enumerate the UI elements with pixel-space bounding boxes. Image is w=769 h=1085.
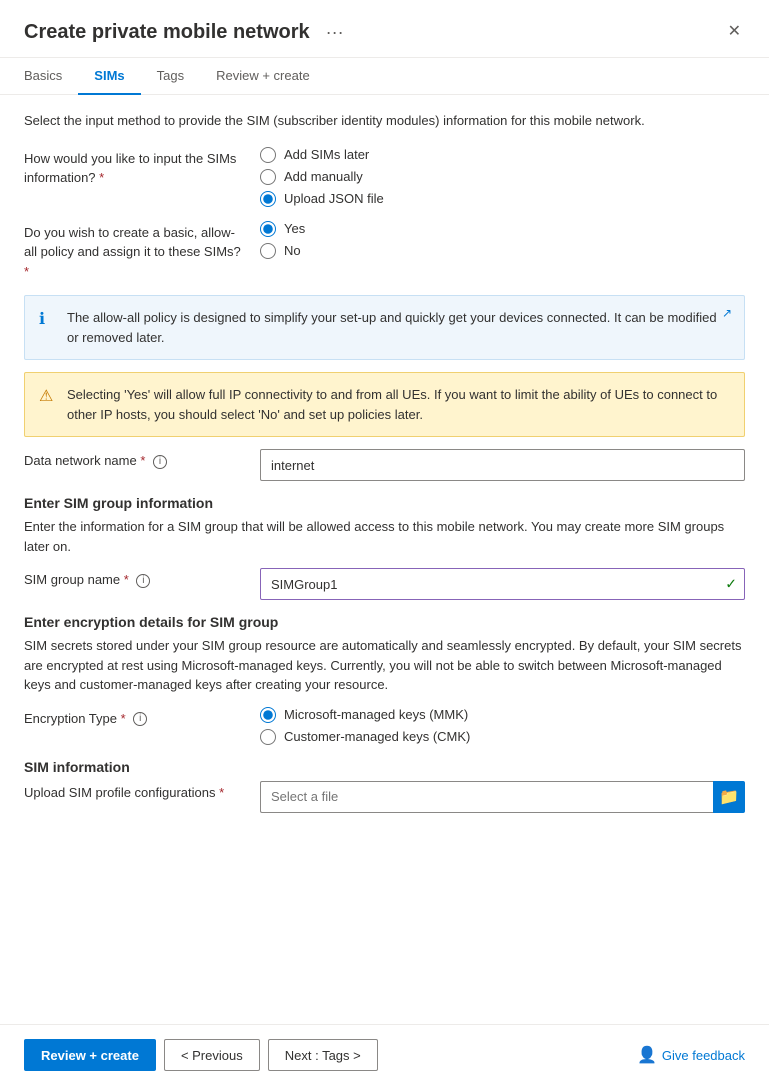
sim-group-name-row: SIM group name * i ✓ — [24, 568, 745, 600]
tab-sims[interactable]: SIMs — [78, 58, 140, 95]
file-browse-button[interactable]: 📁 — [713, 781, 745, 813]
option-add-manually-label: Add manually — [284, 169, 363, 184]
sim-group-info-icon[interactable]: i — [136, 574, 150, 588]
option-yes[interactable]: Yes — [260, 221, 305, 237]
upload-sim-row: Upload SIM profile configurations * 📁 — [24, 781, 745, 813]
info-box-text: The allow-all policy is designed to simp… — [67, 308, 730, 347]
allow-all-policy-options: Yes No — [260, 221, 305, 259]
input-method-row: How would you like to input the SIMs inf… — [24, 147, 745, 207]
encryption-info-icon[interactable]: i — [133, 712, 147, 726]
sim-group-description: Enter the information for a SIM group th… — [24, 517, 745, 556]
header: Create private mobile network ··· ✕ — [0, 0, 769, 58]
info-circle-icon: ℹ — [39, 309, 57, 329]
encryption-required: * — [121, 711, 126, 726]
warning-box-text: Selecting 'Yes' will allow full IP conne… — [67, 385, 730, 424]
give-feedback-label: Give feedback — [662, 1048, 745, 1063]
input-method-label: How would you like to input the SIMs inf… — [24, 147, 244, 188]
allow-all-required: * — [24, 264, 29, 279]
input-method-required: * — [99, 170, 104, 185]
external-link-icon[interactable]: ↗ — [722, 306, 732, 320]
review-create-button[interactable]: Review + create — [24, 1039, 156, 1071]
option-add-later-label: Add SIMs later — [284, 147, 369, 162]
previous-button[interactable]: < Previous — [164, 1039, 260, 1071]
radio-add-manually[interactable] — [260, 169, 276, 185]
radio-no[interactable] — [260, 243, 276, 259]
warning-triangle-icon: ⚠ — [39, 386, 57, 406]
info-box: ℹ The allow-all policy is designed to si… — [24, 295, 745, 360]
panel: Create private mobile network ··· ✕ Basi… — [0, 0, 769, 1085]
option-cmk-label: Customer-managed keys (CMK) — [284, 729, 470, 744]
allow-all-policy-label: Do you wish to create a basic, allow-all… — [24, 221, 244, 282]
option-add-manually[interactable]: Add manually — [260, 169, 384, 185]
sim-group-heading: Enter SIM group information — [24, 495, 745, 511]
allow-all-policy-row: Do you wish to create a basic, allow-all… — [24, 221, 745, 282]
option-upload-json[interactable]: Upload JSON file — [260, 191, 384, 207]
radio-yes[interactable] — [260, 221, 276, 237]
file-path-input[interactable] — [260, 781, 713, 813]
footer-right: 👤 Give feedback — [637, 1045, 745, 1065]
file-upload-wrapper: 📁 — [260, 781, 745, 813]
sim-information-heading: SIM information — [24, 759, 745, 775]
close-button[interactable]: ✕ — [724, 20, 745, 44]
data-network-name-row: Data network name * i — [24, 449, 745, 481]
data-network-input-wrapper — [260, 449, 745, 481]
option-mmk[interactable]: Microsoft-managed keys (MMK) — [260, 707, 470, 723]
option-upload-json-label: Upload JSON file — [284, 191, 384, 206]
radio-mmk[interactable] — [260, 707, 276, 723]
radio-add-later[interactable] — [260, 147, 276, 163]
option-no-label: No — [284, 243, 301, 258]
option-cmk[interactable]: Customer-managed keys (CMK) — [260, 729, 470, 745]
encryption-description: SIM secrets stored under your SIM group … — [24, 636, 745, 695]
option-add-later[interactable]: Add SIMs later — [260, 147, 384, 163]
radio-upload-json[interactable] — [260, 191, 276, 207]
give-feedback-button[interactable]: 👤 Give feedback — [637, 1045, 745, 1065]
input-method-options: Add SIMs later Add manually Upload JSON … — [260, 147, 384, 207]
feedback-icon: 👤 — [637, 1045, 657, 1065]
sim-group-required: * — [124, 572, 129, 587]
main-content: Select the input method to provide the S… — [0, 95, 769, 1024]
encryption-type-options: Microsoft-managed keys (MMK) Customer-ma… — [260, 707, 470, 745]
option-mmk-label: Microsoft-managed keys (MMK) — [284, 707, 468, 722]
more-options-icon[interactable]: ··· — [320, 20, 350, 45]
sim-group-name-input[interactable] — [260, 568, 745, 600]
option-no[interactable]: No — [260, 243, 305, 259]
validation-check-icon: ✓ — [725, 576, 737, 593]
folder-icon: 📁 — [719, 787, 739, 807]
radio-cmk[interactable] — [260, 729, 276, 745]
next-tags-button[interactable]: Next : Tags > — [268, 1039, 378, 1071]
sim-group-input-wrapper: ✓ — [260, 568, 745, 600]
tab-tags[interactable]: Tags — [141, 58, 200, 95]
page-title: Create private mobile network — [24, 21, 310, 44]
upload-required: * — [219, 785, 224, 800]
data-network-name-label: Data network name * i — [24, 449, 244, 471]
data-network-required: * — [140, 453, 145, 468]
sim-group-name-label: SIM group name * i — [24, 568, 244, 590]
data-network-name-input[interactable] — [260, 449, 745, 481]
header-left: Create private mobile network ··· — [24, 20, 350, 45]
upload-sim-label: Upload SIM profile configurations * — [24, 781, 244, 803]
encryption-heading: Enter encryption details for SIM group — [24, 614, 745, 630]
tabs-bar: Basics SIMs Tags Review + create — [0, 58, 769, 95]
warning-box: ⚠ Selecting 'Yes' will allow full IP con… — [24, 372, 745, 437]
option-yes-label: Yes — [284, 221, 305, 236]
data-network-info-icon[interactable]: i — [153, 455, 167, 469]
footer: Review + create < Previous Next : Tags >… — [0, 1024, 769, 1085]
tab-basics[interactable]: Basics — [24, 58, 78, 95]
sims-description: Select the input method to provide the S… — [24, 111, 745, 131]
encryption-type-row: Encryption Type * i Microsoft-managed ke… — [24, 707, 745, 745]
encryption-type-label: Encryption Type * i — [24, 707, 244, 729]
tab-review-create[interactable]: Review + create — [200, 58, 326, 95]
